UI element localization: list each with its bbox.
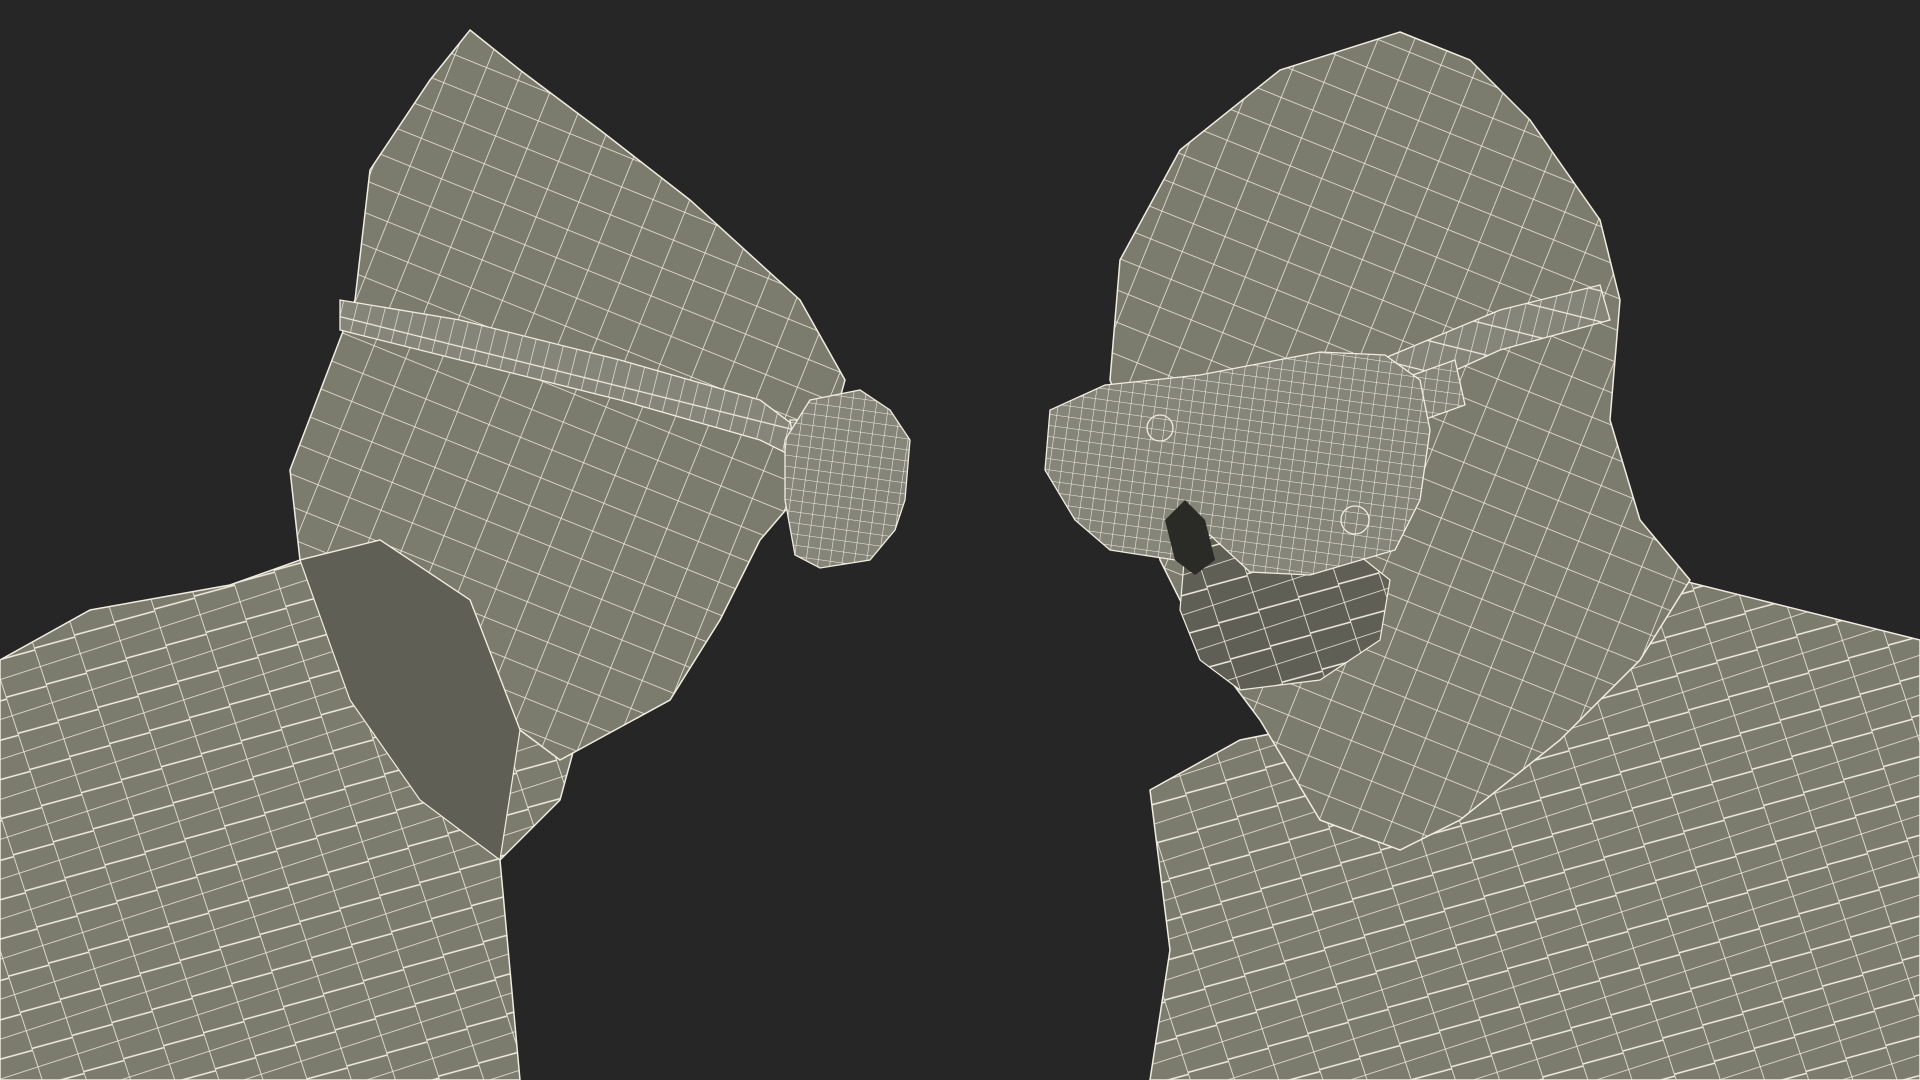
right-goggle-vent-lower-wire — [1341, 506, 1369, 534]
left-goggle-lens-wire — [785, 390, 910, 568]
wireframe-render — [0, 0, 1920, 1080]
left-figure — [0, 28, 911, 1080]
right-goggle-vent-upper-wire — [1147, 415, 1173, 441]
render-canvas — [0, 28, 1920, 1080]
right-figure — [1044, 31, 1920, 1080]
